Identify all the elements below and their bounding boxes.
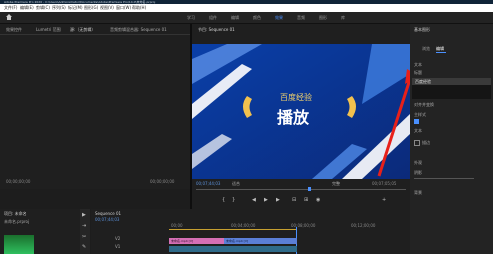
- tab-audio-mixer[interactable]: 音频剪辑混合器: Sequence 01: [110, 27, 167, 33]
- project-panel: 项目: 未命名 未命名.prproj: [0, 209, 80, 254]
- pen-tool-icon[interactable]: ✎: [82, 244, 86, 250]
- workspace-editing[interactable]: 编辑: [231, 15, 239, 21]
- timeline-title[interactable]: Sequence 01: [95, 211, 121, 216]
- workspace-audio[interactable]: 音频: [297, 15, 305, 21]
- program-monitor: 节目: Sequence 01 百度经验 播放 00;07;44;03 适合 完…: [192, 24, 419, 209]
- ruler-mark-0: 00;00: [171, 223, 183, 228]
- play-icon[interactable]: ▶: [264, 197, 268, 203]
- quality-dropdown[interactable]: 完整: [332, 181, 340, 187]
- ruler-mark-2: 00;08;00;00: [291, 223, 316, 228]
- add-button-icon[interactable]: +: [382, 197, 386, 203]
- export-frame-icon[interactable]: ◉: [316, 197, 320, 203]
- step-back-icon[interactable]: ◀: [252, 197, 256, 203]
- clip-2-label: 未命名.mp4 [V]: [226, 239, 249, 243]
- selection-tool-icon[interactable]: ▶: [82, 212, 86, 218]
- essential-graphics-panel: 基本图形 浏览 编辑 文本 标题 百度经验 对齐并变换 主样式 文本 描边 外观…: [410, 24, 493, 254]
- project-title[interactable]: 项目: 未命名: [4, 211, 27, 217]
- background-label: 背景: [414, 190, 422, 195]
- razor-tool-icon[interactable]: ✂: [82, 234, 86, 240]
- timeline-video-track[interactable]: [169, 246, 297, 252]
- shadow-label: 阴影: [414, 170, 422, 175]
- workspace-bar: 学习 组件 编辑 颜色 效果 音频 图形 库: [0, 12, 493, 24]
- timeline-panel: Sequence 01 00;07;44;03 00;00 00;04;00;0…: [91, 209, 410, 254]
- tools-panel: ▶ ⇥ ✂ ✎: [80, 209, 90, 254]
- track-v1[interactable]: V1: [115, 244, 120, 249]
- source-header-divider: [0, 34, 190, 35]
- menu-help[interactable]: 帮助(H): [132, 5, 146, 11]
- track-v2[interactable]: V2: [115, 236, 120, 241]
- video-text-top: 百度经验: [280, 93, 312, 102]
- menu-file[interactable]: 文件(F): [4, 5, 17, 11]
- style-swatch[interactable]: [414, 119, 419, 124]
- program-duration: 00;07;05;05: [372, 181, 397, 186]
- workspace-assembly[interactable]: 组件: [209, 15, 217, 21]
- source-timecode-left: 00;00;00;00: [6, 179, 31, 184]
- tab-browse[interactable]: 浏览: [422, 46, 430, 52]
- project-file-label: 未命名.prproj: [4, 219, 30, 224]
- stroke-checkbox[interactable]: [414, 140, 420, 146]
- track-select-icon[interactable]: ⇥: [82, 223, 86, 229]
- video-text-main: 播放: [277, 108, 310, 127]
- layer-label: 标题: [414, 70, 422, 75]
- menu-bar: 文件(F) 编辑(E) 剪辑(C) 序列(S) 标记(M) 图形(G) 视图(V…: [0, 4, 493, 12]
- program-title[interactable]: 节目: Sequence 01: [198, 27, 235, 33]
- workspace-effects[interactable]: 效果: [275, 15, 283, 21]
- tab-edit-underline: [436, 52, 446, 53]
- menu-marker[interactable]: 标记(M): [68, 5, 83, 11]
- essential-graphics-title: 基本图形: [414, 27, 430, 32]
- mark-in-icon[interactable]: {: [222, 197, 225, 203]
- appearance-label: 外观: [414, 160, 422, 165]
- work-area-bar[interactable]: [169, 229, 297, 230]
- timeline-timecode[interactable]: 00;07;44;03: [95, 217, 119, 222]
- ruler-mark-3: 00;12;00;00: [351, 223, 376, 228]
- master-style-label: 主样式: [414, 112, 426, 117]
- menu-view[interactable]: 视图(V): [100, 5, 114, 11]
- tab-lumetri-scopes[interactable]: Lumetri 范围: [36, 27, 61, 33]
- program-playhead[interactable]: [308, 187, 311, 191]
- clip-1-label: 未命名.mp4 [V]: [171, 239, 194, 243]
- ruler-mark-1: 00;04;00;00: [231, 223, 256, 228]
- stroke-label: 描边: [422, 140, 430, 145]
- menu-graphics[interactable]: 图形(G): [84, 5, 98, 11]
- mark-out-icon[interactable]: }: [232, 197, 235, 203]
- program-scrub-bar[interactable]: [196, 189, 406, 190]
- source-timecode-right: 00;00;00;00: [150, 179, 175, 184]
- menu-edit[interactable]: 编辑(E): [20, 5, 34, 11]
- workspace-libraries[interactable]: 库: [341, 15, 345, 21]
- workspace-color[interactable]: 颜色: [253, 15, 261, 21]
- overwrite-icon[interactable]: ⊞: [304, 197, 308, 203]
- tab-source[interactable]: 源:（无剪辑）: [70, 27, 95, 33]
- tab-effect-controls[interactable]: 效果控件: [6, 27, 22, 33]
- fit-dropdown[interactable]: 适合: [232, 181, 240, 187]
- section-text-label: 文本: [414, 62, 422, 67]
- align-transform-label: 对齐并变换: [414, 102, 434, 107]
- layer-list: [412, 85, 491, 99]
- program-timecode[interactable]: 00;07;44;03: [196, 181, 220, 186]
- menu-window[interactable]: 窗口(W): [116, 5, 131, 11]
- workspace-graphics[interactable]: 图形: [319, 15, 327, 21]
- source-panel: 效果控件 Lumetri 范围 源:（无剪辑） 音频剪辑混合器: Sequenc…: [0, 24, 190, 189]
- menu-sequence[interactable]: 序列(S): [52, 5, 66, 11]
- shadow-slider[interactable]: [414, 178, 474, 179]
- clip-thumbnail[interactable]: [4, 235, 34, 254]
- menu-clip[interactable]: 剪辑(C): [36, 5, 50, 11]
- insert-icon[interactable]: ⊟: [292, 197, 296, 203]
- text-section-label: 文本: [414, 128, 422, 133]
- home-icon[interactable]: [6, 14, 12, 20]
- step-forward-icon[interactable]: ▶: [276, 197, 280, 203]
- workspace-learn[interactable]: 学习: [187, 15, 195, 21]
